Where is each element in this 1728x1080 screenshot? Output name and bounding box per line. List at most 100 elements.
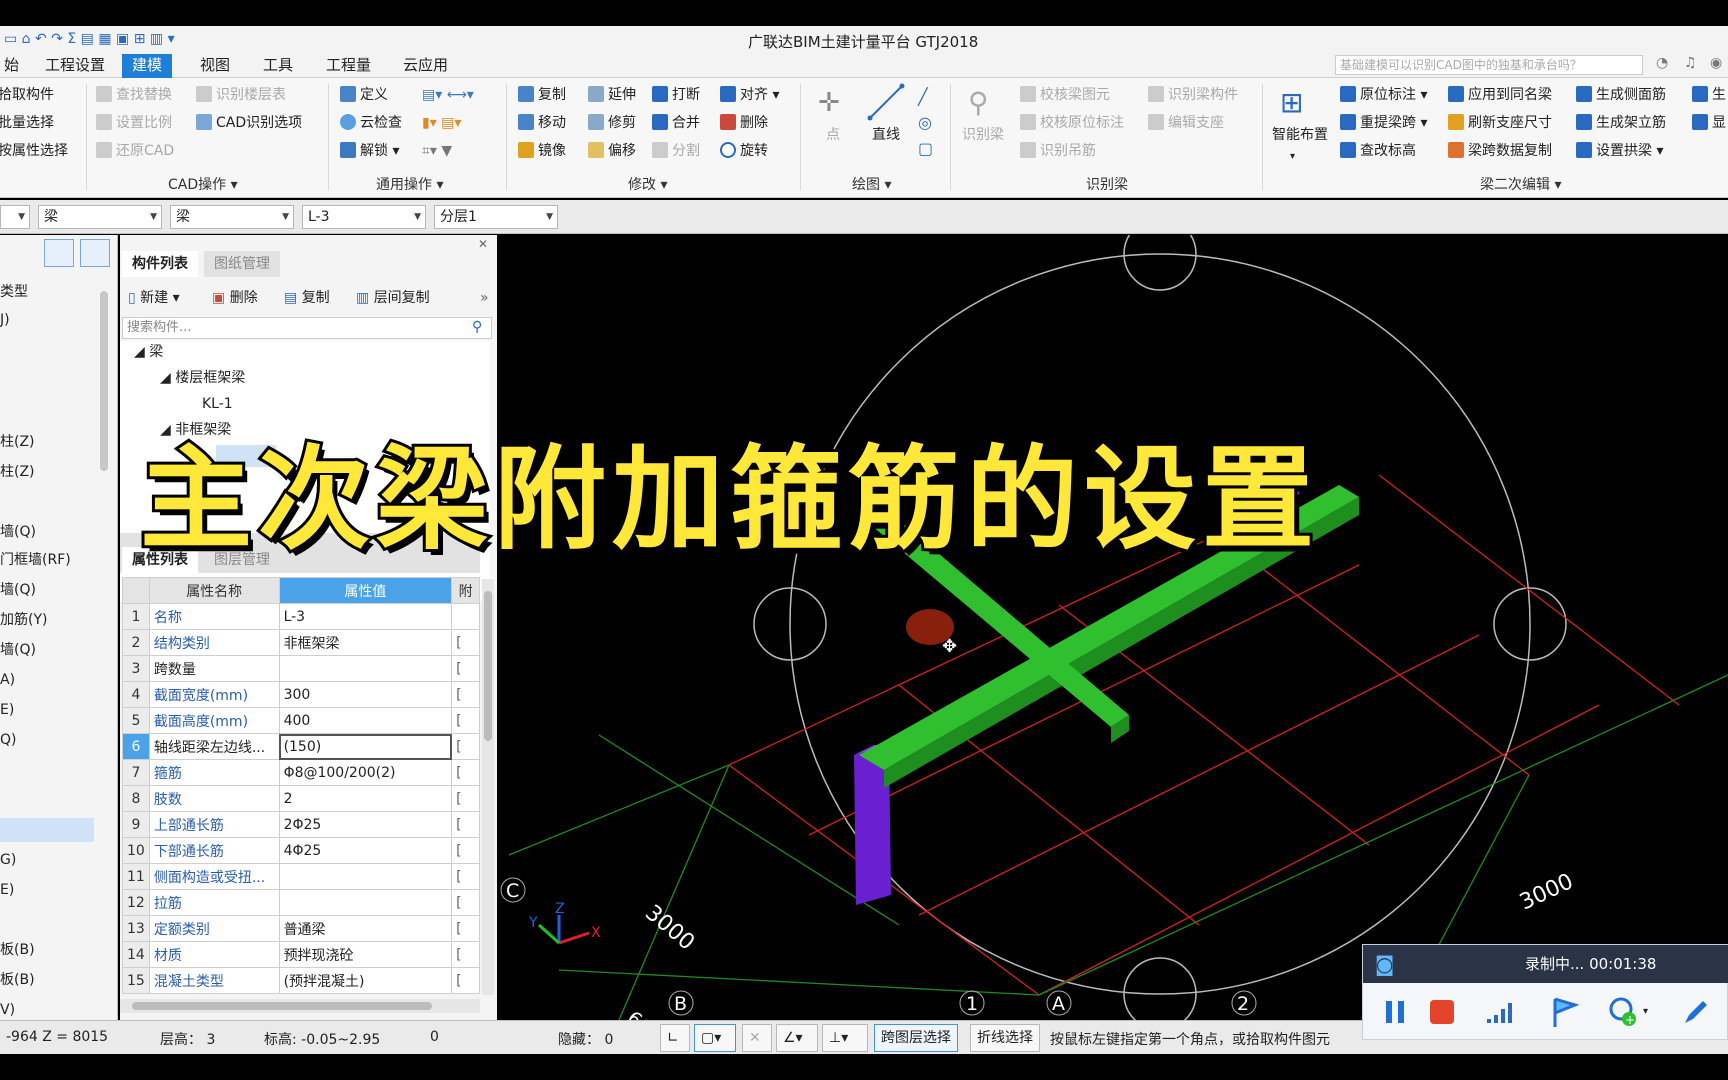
list-view-icon[interactable] xyxy=(44,239,74,267)
nav-item[interactable]: A) xyxy=(0,669,15,691)
rotate-button[interactable]: 旋转 xyxy=(720,140,768,162)
table-row-selected[interactable]: 6 轴线距梁左边线... (150)[ xyxy=(122,733,480,760)
identify-beam-button[interactable]: 识别梁 xyxy=(962,124,1004,146)
bell-icon[interactable]: ♫ xyxy=(1684,55,1697,71)
element-subtype-selector[interactable]: 梁 ▼ xyxy=(170,205,294,229)
tab-start[interactable]: 始 xyxy=(0,54,29,78)
table-row[interactable]: 15 混凝土类型 (预拌混凝土)[ xyxy=(122,967,480,994)
table-row[interactable]: 14 材质 预拌现浇砼[ xyxy=(122,941,480,968)
component-selector[interactable]: L-3 ▼ xyxy=(302,205,426,229)
generate-more-button[interactable]: 生 xyxy=(1692,84,1726,106)
axis-gizmo[interactable]: X Y Z xyxy=(528,901,601,945)
ortho-toggle-icon[interactable]: ∟ xyxy=(660,1024,690,1052)
nav-scrollbar[interactable] xyxy=(100,291,108,471)
component-search-input[interactable]: 搜索构件... xyxy=(122,317,492,339)
quick-access-toolbar[interactable]: ▭ ⌂ ↶ ↷ Σ ▤ ▦ ▣ ⊞ ▥ ▾ xyxy=(4,31,175,47)
nav-item[interactable]: 墙(Q) xyxy=(0,639,36,661)
delete-button[interactable]: 删除 xyxy=(720,112,768,134)
set-scale-button[interactable]: 设置比例 xyxy=(96,112,172,134)
table-row[interactable]: 12 拉筋[ xyxy=(122,889,480,916)
point-button[interactable]: 点 xyxy=(826,124,840,146)
layer-icon[interactable]: ▤▾ ⟷▾ xyxy=(422,84,474,106)
check-in-situ-label-button[interactable]: 校核原位标注 xyxy=(1020,112,1124,134)
property-hscrollbar[interactable] xyxy=(120,999,480,1013)
check-beam-elements-button[interactable]: 校核梁图元 xyxy=(1020,84,1110,106)
edit-support-button[interactable]: 编辑支座 xyxy=(1148,112,1224,134)
tab-cloud[interactable]: 云应用 xyxy=(393,54,458,78)
copy-component-button[interactable]: ▤ 复制 xyxy=(284,287,330,309)
cross-layer-select-button[interactable]: 跨图层选择 xyxy=(874,1024,958,1052)
group-label-draw[interactable]: 绘图 ▾ xyxy=(852,174,891,194)
group-label-cad-ops[interactable]: CAD操作 ▾ xyxy=(168,174,238,194)
dimension-icon[interactable]: ⊥▾ xyxy=(822,1024,868,1052)
snap-toggle-icon[interactable]: ▢▾ xyxy=(694,1024,736,1052)
split-button[interactable]: 分割 xyxy=(652,140,700,162)
table-row[interactable]: 2 结构类别 非框架梁[ xyxy=(122,629,480,656)
point-icon[interactable]: ✛ xyxy=(818,88,840,118)
new-component-button[interactable]: ▯ 新建 ▾ xyxy=(128,287,180,309)
nav-item[interactable]: 加筋(Y) xyxy=(0,609,47,631)
table-row[interactable]: 10 下部通长筋 4Φ25[ xyxy=(122,837,480,864)
nav-item[interactable]: E) xyxy=(0,699,14,721)
nav-item[interactable]: 门框墙(RF) xyxy=(0,549,71,571)
merge-button[interactable]: 合并 xyxy=(652,112,700,134)
element-type-selector[interactable]: 梁 ▼ xyxy=(38,205,162,229)
line-button[interactable]: 直线 xyxy=(872,124,900,146)
camera-add-icon[interactable]: + xyxy=(1607,995,1641,1029)
arc-tools-icon[interactable]: ╱ ◎ ▢ xyxy=(918,84,933,162)
display-toggle[interactable]: 显 xyxy=(1692,112,1726,134)
tree-node-kl1[interactable]: KL-1 xyxy=(202,393,233,415)
help-search-input[interactable]: 基础建模可以识别CAD图中的独基和承台吗？ xyxy=(1335,55,1643,75)
offset-button[interactable]: 偏移 xyxy=(588,140,636,162)
line-icon[interactable] xyxy=(866,82,906,122)
tab-drawing-management[interactable]: 图纸管理 xyxy=(204,251,280,277)
table-row[interactable]: 8 肢数 2[ xyxy=(122,785,480,812)
identify-floor-table-button[interactable]: 识别楼层表 xyxy=(196,84,286,106)
delete-component-button[interactable]: ▣ 删除 xyxy=(212,287,258,309)
drawing-viewport[interactable]: ✥ 3000 3000 C B 1 A 2 60 30 X Y Z xyxy=(499,235,1728,1020)
cross-icon[interactable]: ✕ xyxy=(742,1024,772,1052)
trim-button[interactable]: 修剪 xyxy=(588,112,636,134)
table-row[interactable]: 4 截面宽度(mm) 300[ xyxy=(122,681,480,708)
nav-item[interactable]: 板(B) xyxy=(0,969,35,991)
tab-modeling[interactable]: 建模 xyxy=(122,54,173,78)
tab-tools[interactable]: 工具 xyxy=(253,54,303,78)
identify-beam-icon[interactable]: ⚲ xyxy=(968,86,989,119)
nav-item[interactable]: Q) xyxy=(0,729,16,751)
table-row[interactable]: 13 定额类别 普通梁[ xyxy=(122,915,480,942)
set-arch-beam-button[interactable]: 设置拱梁 ▾ xyxy=(1576,140,1663,162)
nav-item[interactable]: V) xyxy=(0,999,15,1021)
batch-select-button[interactable]: 批量选择 xyxy=(0,112,54,134)
viewport-canvas[interactable]: ✥ 3000 3000 C B 1 A 2 60 30 X Y Z xyxy=(499,235,1728,1020)
restore-cad-button[interactable]: 还原CAD xyxy=(96,140,174,162)
nav-item[interactable]: J) xyxy=(0,309,10,331)
re-extract-span-button[interactable]: 重提梁跨 ▾ xyxy=(1340,112,1427,134)
apply-same-name-beam-button[interactable]: 应用到同名梁 xyxy=(1448,84,1552,106)
table-row[interactable]: 1 名称 L-3 xyxy=(122,603,480,630)
table-row[interactable]: 3 跨数量[ xyxy=(122,655,480,682)
cloud-check-button[interactable]: 云检查 xyxy=(340,112,402,134)
marker-flag-icon[interactable] xyxy=(1547,995,1581,1029)
property-scrollbar[interactable] xyxy=(482,579,494,995)
generate-side-bar-button[interactable]: 生成侧面筋 xyxy=(1576,84,1666,106)
table-row[interactable]: 7 箍筋 Φ8@100/200(2)[ xyxy=(122,759,480,786)
tab-component-list[interactable]: 构件列表 xyxy=(122,251,198,277)
mirror-button[interactable]: 镜像 xyxy=(518,140,566,162)
define-button[interactable]: 定义 xyxy=(340,84,388,106)
group-label-common-ops[interactable]: 通用操作 ▾ xyxy=(376,174,443,194)
nav-item-selected[interactable] xyxy=(0,818,94,842)
polyline-select-button[interactable]: 折线选择 xyxy=(970,1024,1040,1052)
floor-selector[interactable]: ▼ xyxy=(0,205,30,229)
table-row[interactable]: 5 截面高度(mm) 400[ xyxy=(122,707,480,734)
in-situ-label-button[interactable]: 原位标注 ▾ xyxy=(1340,84,1427,106)
cad-identify-options-button[interactable]: CAD识别选项 xyxy=(196,112,302,134)
dropdown-icon[interactable]: ▾ xyxy=(1643,995,1657,1029)
tab-view[interactable]: 视图 xyxy=(190,54,240,78)
chat-icon[interactable]: ◉ xyxy=(1710,55,1722,71)
close-icon[interactable]: ✕ xyxy=(478,237,488,251)
pen-icon[interactable] xyxy=(1679,995,1713,1029)
tree-node-frame-beam[interactable]: ◢ 楼层框架梁 xyxy=(160,367,245,389)
smart-layout-button[interactable]: 智能布置 xyxy=(1272,124,1328,146)
nav-item[interactable]: 墙(Q) xyxy=(0,521,36,543)
identify-hanger-bar-button[interactable]: 识别吊筋 xyxy=(1020,140,1096,162)
